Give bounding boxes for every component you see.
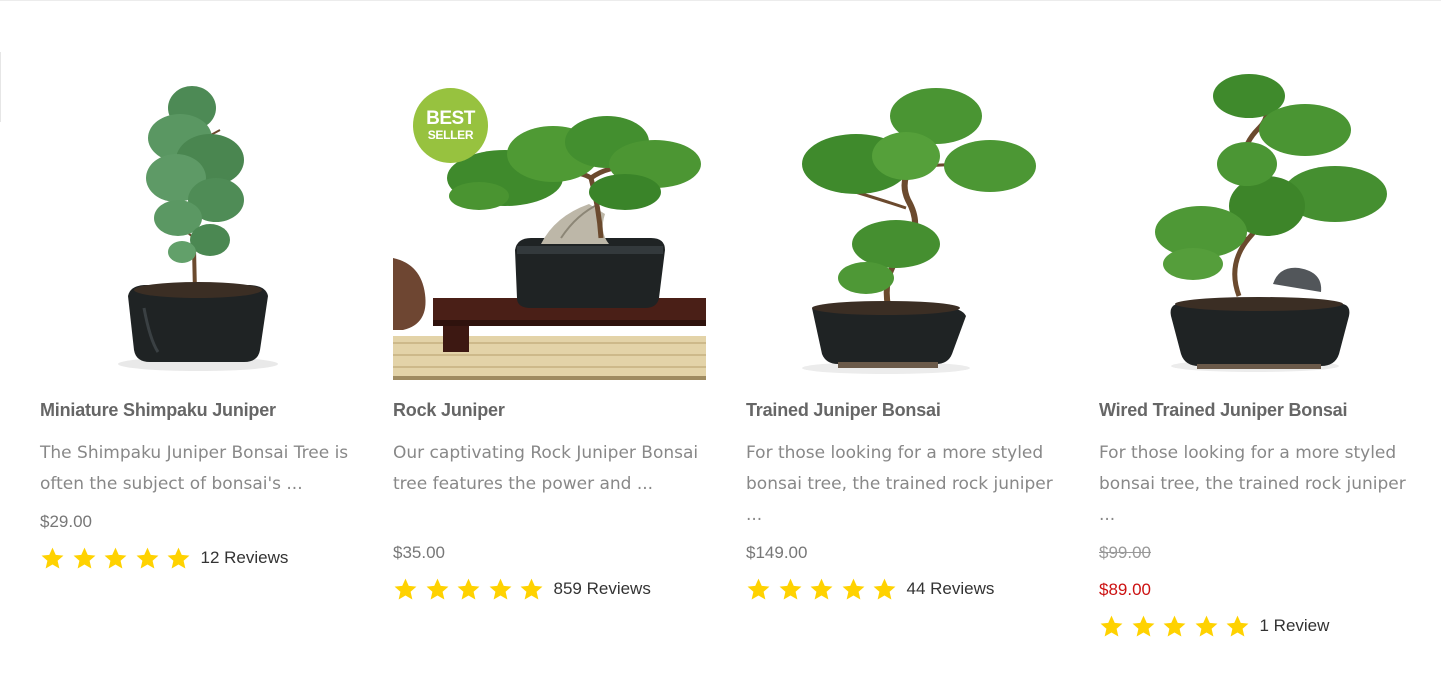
badge-line-1: BEST: [426, 108, 475, 129]
product-price: $29.00: [40, 512, 92, 531]
product-description: For those looking for a more styled bons…: [1099, 443, 1406, 525]
star-icon: [1132, 615, 1154, 636]
star-icon: [73, 547, 95, 568]
reviews-link[interactable]: 44 Reviews: [907, 579, 995, 599]
reviews-link[interactable]: 859 Reviews: [554, 579, 651, 599]
product-grid: Miniature Shimpaku Juniper The Shimpaku …: [40, 68, 1420, 668]
product-card[interactable]: Wired Trained Juniper Bonsai For those l…: [1099, 68, 1417, 668]
product-card[interactable]: Miniature Shimpaku Juniper The Shimpaku …: [40, 68, 358, 668]
star-icon: [457, 578, 480, 599]
star-rating: [40, 546, 198, 571]
star-icon: [810, 578, 833, 599]
product-title[interactable]: Rock Juniper: [393, 400, 505, 421]
badge-line-2: SELLER: [427, 128, 474, 142]
reviews-link[interactable]: 12 Reviews: [201, 548, 289, 568]
star-icon: [1195, 615, 1217, 636]
juniper-bonsai-photo-icon: [40, 68, 353, 380]
top-divider: [0, 0, 1441, 1]
product-price: $149.00: [746, 543, 808, 562]
product-image[interactable]: [40, 68, 353, 380]
star-icon: [873, 578, 896, 599]
star-icon: [394, 578, 417, 599]
product-image[interactable]: [746, 68, 1059, 380]
star-icon: [842, 578, 864, 599]
left-edge-tab: [0, 52, 1, 122]
product-price: $35.00: [393, 543, 445, 562]
product-card[interactable]: Trained Juniper Bonsai For those looking…: [746, 68, 1064, 668]
best-seller-badge: BEST SELLER: [413, 88, 488, 163]
product-description: For those looking for a more styled bons…: [746, 443, 1053, 525]
rating-row: 859 Reviews: [393, 575, 651, 603]
star-icon: [1226, 615, 1249, 636]
star-icon: [1163, 615, 1186, 636]
star-icon: [779, 578, 801, 599]
product-title[interactable]: Miniature Shimpaku Juniper: [40, 400, 276, 421]
rating-row: 12 Reviews: [40, 544, 288, 572]
star-icon: [520, 578, 543, 599]
reviews-link[interactable]: 1 Review: [1260, 616, 1330, 636]
product-description: The Shimpaku Juniper Bonsai Tree is ofte…: [40, 443, 349, 494]
product-image[interactable]: [1099, 68, 1412, 380]
rating-row: 1 Review: [1099, 612, 1329, 640]
star-rating: [1099, 614, 1257, 639]
star-icon: [167, 547, 190, 568]
star-icon: [41, 547, 64, 568]
star-icon: [1100, 615, 1123, 636]
product-description: Our captivating Rock Juniper Bonsai tree…: [393, 443, 699, 494]
product-title[interactable]: Trained Juniper Bonsai: [746, 400, 941, 421]
star-rating: [393, 577, 551, 602]
star-icon: [426, 578, 448, 599]
rating-row: 44 Reviews: [746, 575, 994, 603]
sale-price: $89.00: [1099, 580, 1151, 599]
juniper-bonsai-photo-icon: [1099, 68, 1412, 380]
product-card[interactable]: BEST SELLER Rock Juniper Our captivating…: [393, 68, 711, 668]
juniper-bonsai-photo-icon: [746, 68, 1059, 380]
star-icon: [136, 547, 158, 568]
product-title[interactable]: Wired Trained Juniper Bonsai: [1099, 400, 1347, 421]
product-image[interactable]: BEST SELLER: [393, 68, 706, 380]
star-rating: [746, 577, 904, 602]
original-price: $99.00: [1099, 543, 1151, 562]
star-icon: [104, 547, 127, 568]
star-icon: [747, 578, 770, 599]
star-icon: [489, 578, 511, 599]
